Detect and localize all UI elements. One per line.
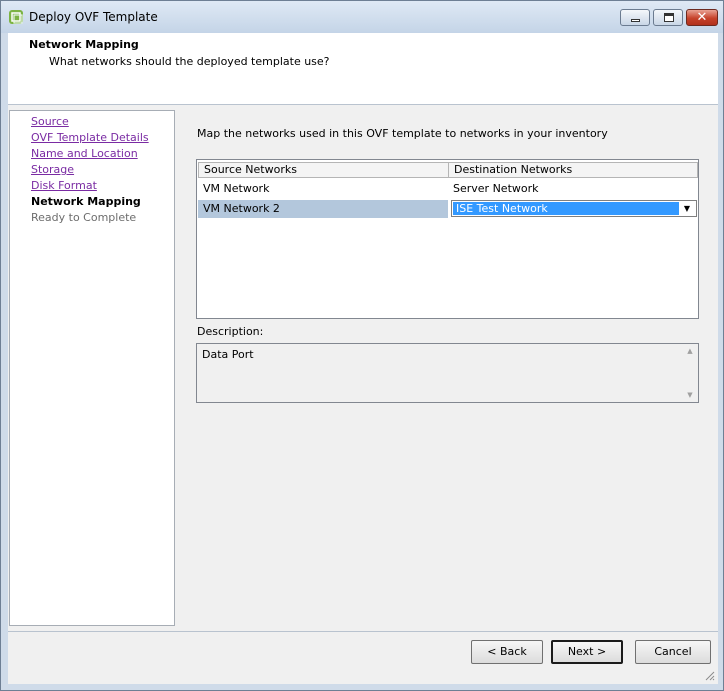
close-button[interactable]: ✕ (686, 9, 718, 26)
wizard-steps-nav: Source OVF Template Details Name and Loc… (9, 110, 175, 626)
destination-network-dropdown[interactable]: ISE Test Network ▼ (451, 200, 697, 217)
dropdown-arrow-icon[interactable]: ▼ (679, 202, 695, 215)
wizard-content: Source OVF Template Details Name and Loc… (8, 105, 718, 631)
scroll-up-icon[interactable]: ▲ (682, 344, 698, 358)
maximize-button[interactable] (653, 9, 683, 26)
destination-network-selected-value: ISE Test Network (453, 202, 679, 215)
description-text: Data Port (202, 348, 254, 361)
page-subtitle: What networks should the deployed templa… (49, 55, 330, 68)
wizard-header: Network Mapping What networks should the… (8, 33, 718, 105)
nav-step-ovf-template-details[interactable]: OVF Template Details (31, 131, 149, 144)
wizard-footer: < Back Next > Cancel (8, 631, 718, 684)
instruction-text: Map the networks used in this OVF templa… (197, 127, 608, 140)
column-header-source-networks[interactable]: Source Networks (198, 162, 449, 178)
nav-step-name-and-location[interactable]: Name and Location (31, 147, 138, 160)
deploy-ovf-window: Deploy OVF Template ✕ Network Mapping Wh… (0, 0, 724, 691)
back-button[interactable]: < Back (471, 640, 543, 664)
nav-step-network-mapping: Network Mapping (31, 195, 141, 208)
maximize-icon (664, 13, 674, 22)
minimize-button[interactable] (620, 9, 650, 26)
description-label: Description: (197, 325, 264, 338)
network-mapping-table[interactable]: Source Networks Destination Networks VM … (196, 159, 699, 319)
close-icon: ✕ (696, 10, 708, 25)
nav-step-source[interactable]: Source (31, 115, 69, 128)
description-scrollbar[interactable]: ▲ ▼ (682, 344, 698, 402)
table-row-destination[interactable]: Server Network (448, 180, 698, 198)
resize-grip-icon[interactable] (703, 669, 715, 681)
page-title: Network Mapping (29, 38, 139, 51)
table-row-source[interactable]: VM Network (198, 180, 448, 198)
scroll-down-icon[interactable]: ▼ (682, 388, 698, 402)
nav-step-disk-format[interactable]: Disk Format (31, 179, 97, 192)
nav-step-storage[interactable]: Storage (31, 163, 74, 176)
minimize-icon (631, 19, 640, 22)
window-title: Deploy OVF Template (29, 10, 158, 24)
vsphere-app-icon (9, 10, 23, 24)
nav-step-ready-to-complete: Ready to Complete (31, 211, 137, 224)
description-box: Data Port ▲ ▼ (196, 343, 699, 403)
table-row-source-selected[interactable]: VM Network 2 (198, 200, 448, 218)
title-bar[interactable]: Deploy OVF Template ✕ (1, 1, 723, 33)
cancel-button[interactable]: Cancel (635, 640, 711, 664)
next-button[interactable]: Next > (551, 640, 623, 664)
column-header-destination-networks[interactable]: Destination Networks (448, 162, 698, 178)
